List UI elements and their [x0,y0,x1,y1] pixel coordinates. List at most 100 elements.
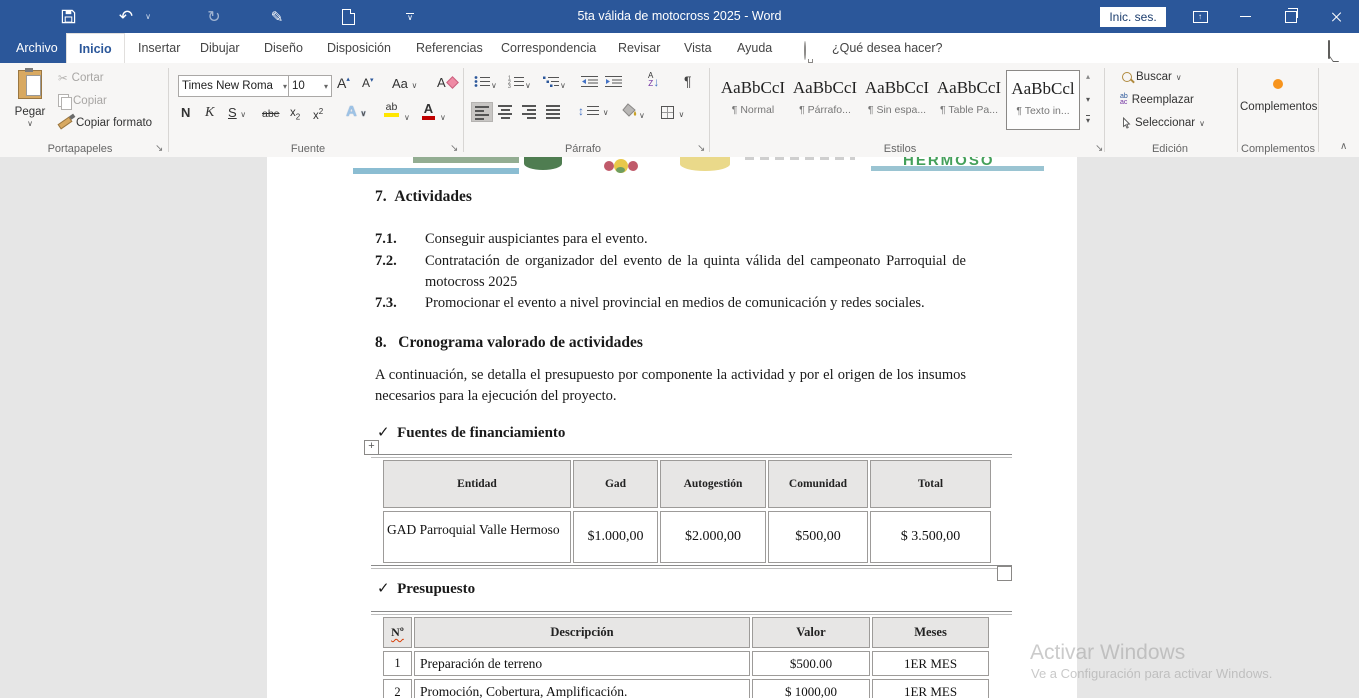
table-cell[interactable]: $ 3.500,00 [870,511,991,563]
align-right-button[interactable] [522,105,536,121]
format-painter-button[interactable]: Copiar formato [58,117,152,129]
group-divider [168,68,169,152]
table-cell[interactable]: $500,00 [768,511,868,563]
select-button[interactable]: Seleccionar ∨ [1122,117,1205,129]
paste-button[interactable]: Pegar ∨ [8,68,52,138]
change-case-button[interactable]: Aa ∨ [392,76,417,91]
style-parrafo[interactable]: AaBbCcI ¶ Párrafo... [790,70,860,130]
table-cell[interactable]: 1ER MES [872,651,989,676]
justify-button[interactable] [546,105,560,121]
find-button[interactable]: Buscar ∨ [1122,71,1182,83]
table-cell[interactable]: $ 1000,00 [752,679,870,698]
style-texto-independiente[interactable]: AaBbCcl ¶ Texto in... [1006,70,1080,130]
font-name-combobox[interactable]: Times New Roma ▾ [178,75,291,97]
table-border-line [371,454,1012,455]
style-table-paragraph[interactable]: AaBbCcI ¶ Table Pa... [934,70,1004,130]
sort-button[interactable]: AZ ↓ [648,72,659,88]
table-header-cell[interactable]: Comunidad [768,460,868,508]
table-header-cell[interactable]: Descripción [414,617,750,648]
tab-insertar[interactable]: Insertar [126,33,192,63]
align-center-button[interactable] [498,105,512,121]
table-cell[interactable]: Promoción, Cobertura, Amplificación. [414,679,750,698]
borders-button[interactable]: ∨ [661,104,684,122]
tab-disposicion[interactable]: Disposición [315,33,403,63]
tab-inicio[interactable]: Inicio [66,33,125,64]
grow-font-button[interactable]: A▴ [337,75,350,91]
superscript-button[interactable]: x2 [313,107,323,122]
font-size-combobox[interactable]: 10 ▾ [288,75,332,97]
tab-diseno[interactable]: Diseño [252,33,315,63]
show-marks-button[interactable]: ¶ [684,73,692,89]
subscript-button[interactable]: x2 [290,107,300,121]
styles-scroll-up[interactable]: ▴ [1086,72,1090,81]
multilevel-list-button[interactable]: ∨ [543,75,566,93]
close-button[interactable] [1320,0,1354,33]
table-header-cell[interactable]: Total [870,460,991,508]
paragraph-dialog-launcher[interactable]: ↘ [697,143,705,154]
tab-referencias[interactable]: Referencias [404,33,495,63]
tab-revisar[interactable]: Revisar [606,33,672,63]
tab-archivo[interactable]: Archivo [0,33,74,63]
table-cell[interactable]: GAD Parroquial Valle Hermoso [383,511,571,563]
collapse-ribbon-button[interactable]: ∧ [1340,141,1347,152]
copy-button[interactable]: Copiar [58,94,107,107]
table-cell[interactable]: 1 [383,651,412,676]
increase-indent-button[interactable] [605,75,623,93]
font-color-button[interactable]: A [422,101,435,120]
strikethrough-button[interactable]: abe [262,108,280,120]
style-normal[interactable]: AaBbCcI ¶ Normal [718,70,788,130]
table-header-cell[interactable]: Gad [573,460,658,508]
table-cell[interactable]: $2.000,00 [660,511,766,563]
tab-vista[interactable]: Vista [672,33,724,63]
restore-button[interactable] [1274,0,1308,33]
font-dialog-launcher[interactable]: ↘ [450,143,458,154]
clear-formatting-button[interactable]: A [437,75,457,90]
select-label: Seleccionar [1135,117,1195,129]
styles-dialog-launcher[interactable]: ↘ [1095,143,1103,154]
italic-button[interactable]: K [205,105,214,121]
table-header-cell[interactable]: Entidad [383,460,571,508]
style-preview: AaBbCcI [718,78,788,98]
table-cell[interactable]: $500.00 [752,651,870,676]
styles-gallery-more[interactable]: ▾ [1086,115,1090,125]
table-cell[interactable]: 1ER MES [872,679,989,698]
tab-ayuda[interactable]: Ayuda [725,33,784,63]
addins-button[interactable]: Complementos [1240,71,1316,113]
table-cell[interactable]: 2 [383,679,412,698]
minimize-button[interactable] [1228,0,1262,33]
decrease-indent-button[interactable] [581,75,599,93]
shading-button[interactable]: ∨ [622,103,645,123]
numbering-button[interactable]: 123 ∨ [508,75,531,93]
table-header-cell[interactable]: Nº [383,617,412,648]
style-sin-espaciado[interactable]: AaBbCcI ¶ Sin espa... [862,70,932,130]
table-cell[interactable]: Preparación de terreno [414,651,750,676]
text-effects-button[interactable]: A ∨ [346,103,366,120]
align-left-button[interactable] [471,102,493,122]
table-header-cell[interactable]: Meses [872,617,989,648]
underline-button[interactable]: S ∨ [228,105,246,120]
shrink-font-button[interactable]: A▾ [362,76,374,90]
clipboard-dialog-launcher[interactable]: ↘ [155,143,163,154]
sign-in-button[interactable]: Inic. ses. [1100,7,1166,27]
highlight-dropdown[interactable]: ∨ [404,107,410,125]
cut-button[interactable]: ✂ Cortar [58,71,104,85]
feedback-button[interactable] [1328,41,1330,59]
bold-button[interactable]: N [181,105,190,120]
table-header-cell[interactable]: Autogestión [660,460,766,508]
table-resize-handle[interactable] [997,566,1012,581]
bullets-button[interactable]: ∨ [474,75,497,93]
line-spacing-button[interactable]: ↕ ∨ [578,104,609,118]
tab-dibujar[interactable]: Dibujar [188,33,252,63]
heading-text: Fuentes de financiamiento [397,425,565,441]
change-case-icon: Aa [392,76,408,91]
ribbon-display-options-button[interactable]: ↑ [1183,0,1217,33]
tab-correspondencia[interactable]: Correspondencia [489,33,608,63]
table-move-handle[interactable]: + [364,440,379,455]
styles-scroll-down[interactable]: ▾ [1086,95,1090,104]
table-cell[interactable]: $1.000,00 [573,511,658,563]
tell-me-box[interactable]: ¿Qué desea hacer? [820,33,955,63]
table-header-cell[interactable]: Valor [752,617,870,648]
highlight-button[interactable]: ab [384,101,399,117]
replace-button[interactable]: abac Reemplazar [1120,94,1194,106]
font-color-dropdown[interactable]: ∨ [440,107,446,125]
